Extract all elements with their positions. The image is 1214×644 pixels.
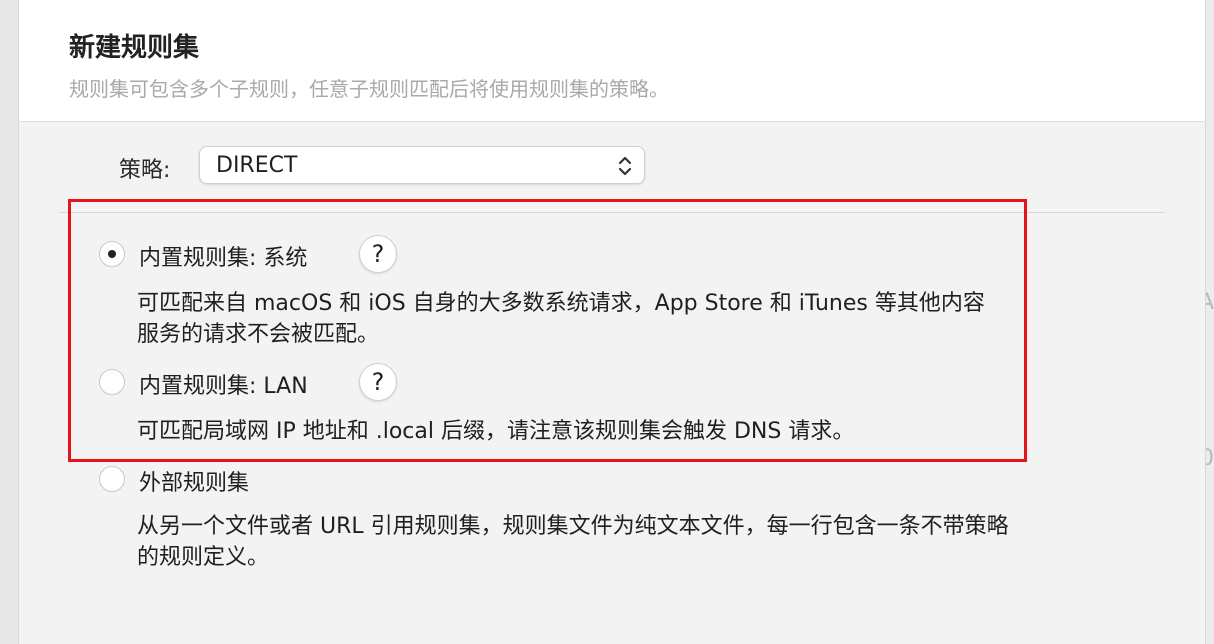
sheet-header: 新建规则集 规则集可包含多个子规则，任意子规则匹配后将使用规则集的策略。 [19, 0, 1205, 122]
policy-popup-button[interactable]: DIRECT [199, 146, 645, 184]
option-label-external-ruleset: 外部规则集 [139, 471, 250, 496]
option-description-external: 从另一个文件或者 URL 引用规则集，规则集文件为纯文本文件，每一行包含一条不带… [137, 514, 1009, 570]
help-button-lan[interactable]: ? [359, 363, 397, 401]
option-label-builtin-lan: 内置规则集: LAN [139, 374, 308, 399]
new-ruleset-sheet: 新建规则集 规则集可包含多个子规则，任意子规则匹配后将使用规则集的策略。 策略:… [18, 0, 1206, 644]
radio-builtin-lan[interactable] [99, 369, 125, 395]
option-description-lan: 可匹配局域网 IP 地址和 .local 后缀，请注意该规则集会触发 DNS 请… [137, 419, 855, 444]
policy-selected-value: DIRECT [216, 153, 298, 178]
chevron-up-down-icon [618, 155, 632, 177]
radio-builtin-system[interactable] [99, 241, 125, 267]
help-button-system[interactable]: ? [359, 235, 397, 273]
radio-external-ruleset[interactable] [99, 466, 125, 492]
radio-selected-dot [108, 250, 116, 258]
option-description-system: 可匹配来自 macOS 和 iOS 自身的大多数系统请求，App Store 和… [137, 291, 985, 347]
divider [59, 212, 1165, 213]
option-label-builtin-system: 内置规则集: 系统 [139, 246, 308, 271]
sheet-title: 新建规则集 [69, 33, 200, 63]
sheet-subtitle: 规则集可包含多个子规则，任意子规则匹配后将使用规则集的策略。 [69, 77, 669, 101]
policy-label: 策略: [119, 158, 171, 183]
